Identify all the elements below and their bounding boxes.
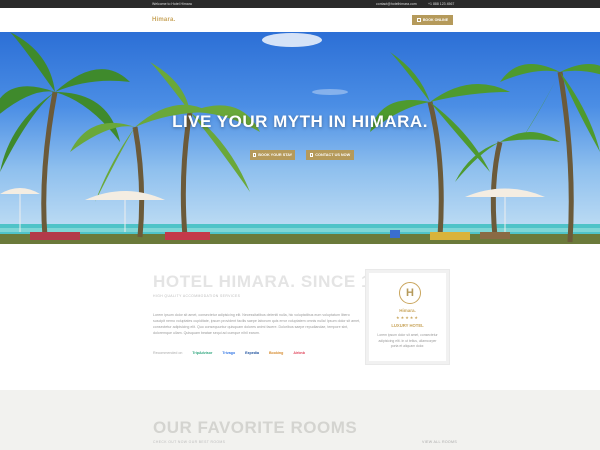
partners-row: Recommended on TripAdvisor Trivago Exped… [153,351,305,355]
book-online-button[interactable]: BOOK ONLINE [412,15,453,25]
card-description: Lorem ipsum dolor sit amet, consectetur … [377,333,438,348]
view-all-rooms-link[interactable]: VIEW ALL ROOMS [422,440,457,444]
rating-stars: ★★★★★ [396,315,419,320]
about-subtitle: HIGH QUALITY ACCOMMODATION SERVICES [153,294,241,298]
partner-airbnb[interactable]: Airbnb [293,351,305,355]
about-title: HOTEL HIMARA. SINCE 1996 [153,272,402,291]
contact-us-label: CONTACT US NOW [315,153,351,157]
hotel-type: LUXURY HOTEL [391,323,424,328]
card-brand: Himara. [399,308,416,313]
calendar-icon [252,153,257,157]
partner-expedia[interactable]: Expedia [245,351,259,355]
contact-us-button[interactable]: CONTACT US NOW [306,150,354,160]
hotel-badge-logo: H [399,282,421,304]
top-bar: Welcome to Hotel Himara contact@hotelhim… [0,0,600,8]
hotel-card: H Himara. ★★★★★ LUXURY HOTEL Lorem ipsum… [366,270,449,364]
hero-banner: LIVE YOUR MYTH IN HIMARA. BOOK YOUR STAY… [0,32,600,244]
rooms-subtitle: CHECK OUT NOW OUR BEST ROOMS [153,440,226,444]
calendar-icon [416,18,421,22]
book-your-stay-button[interactable]: BOOK YOUR STAY [250,150,295,160]
partner-booking[interactable]: Booking [269,351,283,355]
about-section: HOTEL HIMARA. SINCE 1996 HIGH QUALITY AC… [0,244,600,390]
rooms-title: OUR FAVORITE ROOMS [153,418,358,437]
book-online-label: BOOK ONLINE [422,18,449,22]
contact-phone[interactable]: +1 888 123 4567 [428,2,454,6]
book-your-stay-label: BOOK YOUR STAY [258,153,293,157]
hero-image [0,32,600,244]
rooms-section: OUR FAVORITE ROOMS CHECK OUT NOW OUR BES… [0,390,600,450]
welcome-text: Welcome to Hotel Himara [152,2,192,6]
partner-tripadvisor[interactable]: TripAdvisor [192,351,212,355]
envelope-icon [309,153,314,157]
about-body: Lorem ipsum dolor sit amet, consectetur … [153,313,361,335]
partner-trivago[interactable]: Trivago [222,351,235,355]
contact-email[interactable]: contact@hotelhimara.com [376,2,417,6]
partners-label: Recommended on [153,351,183,355]
site-logo[interactable]: Himara. [152,17,175,23]
hero-title: LIVE YOUR MYTH IN HIMARA. [172,112,428,131]
header: Himara. BOOK ONLINE [0,8,600,32]
